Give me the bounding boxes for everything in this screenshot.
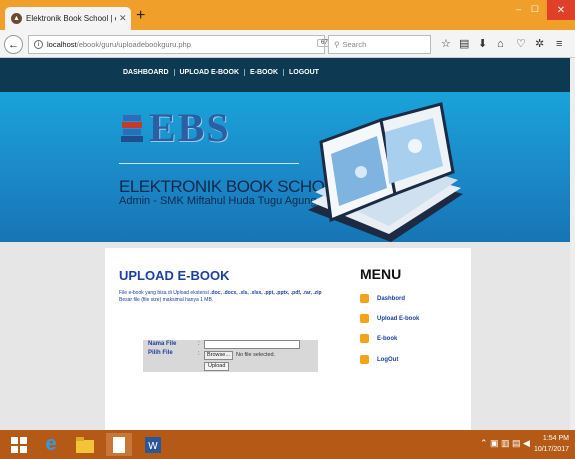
scrollbar[interactable] <box>570 58 575 430</box>
hamburger-icon[interactable]: ≡ <box>556 39 562 50</box>
nav-upload-ebook[interactable]: UPLOAD E-BOOK <box>175 69 245 76</box>
menu-bullet-icon <box>360 355 369 364</box>
menu-item-label: Dashbord <box>377 295 406 302</box>
colon: : <box>198 341 200 347</box>
menu-item-ebook[interactable]: E-book <box>360 334 397 343</box>
colon: : <box>198 351 200 357</box>
menu-bullet-icon <box>360 294 369 303</box>
nav-logout[interactable]: LOGOUT <box>284 69 324 76</box>
home-icon[interactable]: ⌂ <box>497 39 504 50</box>
clock[interactable]: 1:54 PM 10/17/2017 <box>534 433 569 455</box>
document-icon[interactable] <box>106 433 132 456</box>
browser-toolbar: ← i localhost/ebook/guru/uploadebookguru… <box>0 30 575 58</box>
banner-subtitle: Admin - SMK Miftahul Huda Tugu Agung <box>119 195 317 207</box>
file-label: Pilih File <box>148 350 173 356</box>
search-input[interactable]: ⚲ Search <box>328 35 431 54</box>
close-tab-icon[interactable]: ✕ <box>119 13 127 24</box>
url-path: /ebook/guru/uploadebookguru.php <box>76 40 191 49</box>
back-button[interactable]: ← <box>4 35 23 54</box>
menu-item-upload-ebook[interactable]: Upload E-book <box>360 314 419 323</box>
menu-item-dashbord[interactable]: Dashbord <box>360 294 405 303</box>
new-tab-button[interactable]: + <box>136 8 145 24</box>
size-note: Besar file (file size) maksimal hanya 1 … <box>119 297 214 303</box>
header-banner: EBS ELEKTRONIK BOOK SCHOOL Admin - SMK M… <box>0 92 575 242</box>
site-navigation: DASHBOARD UPLOAD E-BOOK E-BOOK LOGOUT <box>0 58 575 92</box>
back-arrow-icon: ← <box>8 38 19 51</box>
clock-date: 10/17/2017 <box>533 446 569 453</box>
clock-time: 1:54 PM <box>542 435 569 442</box>
minimize-button[interactable]: – <box>516 4 521 14</box>
page-title: UPLOAD E-BOOK <box>119 268 230 283</box>
menu-bullet-icon <box>360 314 369 323</box>
info-icon[interactable]: i <box>34 40 43 49</box>
system-tray-icon[interactable]: ⌃ ▣ ▥ ▤ ◀ <box>480 438 530 449</box>
books-logo-icon <box>121 115 143 142</box>
star-icon[interactable]: ☆ <box>441 39 451 50</box>
file-explorer-icon[interactable] <box>72 433 98 456</box>
book-illustration-icon <box>308 102 463 242</box>
site-favicon-icon: ▲ <box>11 13 22 24</box>
desc-prefix: File e-book yang bisa di Upload ekstensi <box>119 290 211 296</box>
browser-tab[interactable]: ▲ Elektronik Book School | e-Bo ✕ <box>5 7 131 30</box>
url-host: localhost <box>47 40 77 49</box>
nav-dashboard[interactable]: DASHBOARD <box>118 69 175 76</box>
browser-tab-bar: ▲ Elektronik Book School | e-Bo ✕ + – ☐ … <box>0 0 575 30</box>
maximize-button[interactable]: ☐ <box>531 4 539 15</box>
ie-icon[interactable]: e <box>38 433 64 456</box>
menu-item-label: E-book <box>377 335 398 342</box>
upload-description: File e-book yang bisa di Upload ekstensi… <box>119 290 354 304</box>
search-placeholder: Search <box>342 40 367 49</box>
word-icon[interactable]: W <box>140 433 166 456</box>
menu-item-logout[interactable]: LogOut <box>360 355 398 364</box>
windows-start-icon[interactable] <box>6 433 32 456</box>
puzzle-icon[interactable]: ✲ <box>535 39 544 50</box>
extensions-list: .doc, .docx, .xls, .xlsx, .ppt, .pptx, .… <box>210 290 322 296</box>
menu-bullet-icon <box>360 334 369 343</box>
nav-ebook[interactable]: E-BOOK <box>245 69 284 76</box>
taskbar: e W ⌃ ▣ ▥ ▤ ◀ 1:54 PM 10/17/2017 <box>0 430 575 459</box>
download-icon[interactable]: ⬇ <box>478 39 487 50</box>
close-window-button[interactable]: ✕ <box>547 0 575 20</box>
search-icon: ⚲ <box>334 40 340 49</box>
banner-divider <box>119 163 299 164</box>
menu-heading: MENU <box>360 266 402 282</box>
reading-list-icon[interactable]: ▤ <box>459 39 469 50</box>
upload-button[interactable]: Upload <box>204 362 230 371</box>
svg-text:W: W <box>148 441 158 452</box>
menu-item-label: Upload E-book <box>377 315 420 322</box>
logo-text: EBS <box>149 105 231 150</box>
menu-item-label: LogOut <box>377 356 399 363</box>
address-bar[interactable]: i localhost/ebook/guru/uploadebookguru.p… <box>28 35 352 54</box>
upload-form: Nama File : Pilih File : Browse... No fi… <box>143 340 318 372</box>
pocket-icon[interactable]: ♡ <box>516 39 526 50</box>
tab-title: Elektronik Book School | e-Bo <box>26 14 116 23</box>
browse-button[interactable]: Browse... <box>204 351 233 360</box>
no-file-text: No file selected. <box>236 352 276 358</box>
name-label: Nama File <box>148 341 177 347</box>
file-name-input[interactable] <box>204 340 300 349</box>
